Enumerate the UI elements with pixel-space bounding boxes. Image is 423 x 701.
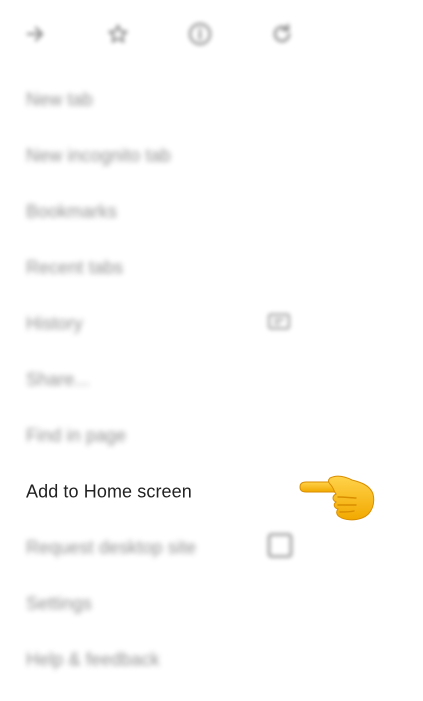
menu-item-label: Add to Home screen — [26, 481, 192, 502]
menu-item-label: Bookmarks — [26, 201, 117, 222]
checkbox-unchecked-icon[interactable] — [266, 532, 294, 565]
menu-item-recent-tabs[interactable]: Recent tabs — [0, 240, 330, 296]
menu-item-label: History — [26, 313, 83, 334]
menu-item-label: New incognito tab — [26, 145, 171, 166]
menu-item-new-tab[interactable]: New tab — [0, 72, 330, 128]
menu-item-new-incognito-tab[interactable]: New incognito tab — [0, 128, 330, 184]
menu-item-label: Recent tabs — [26, 257, 124, 278]
menu-item-add-to-home-screen[interactable]: Add to Home screen — [0, 464, 330, 520]
menu-toolbar — [0, 10, 330, 54]
refresh-icon[interactable] — [268, 20, 296, 48]
menu-item-settings[interactable]: Settings — [0, 576, 330, 632]
menu-item-help-feedback[interactable]: Help & feedback — [0, 632, 330, 688]
menu-item-history[interactable]: History — [0, 296, 330, 352]
menu-item-label: Settings — [26, 593, 92, 614]
info-icon[interactable] — [186, 20, 214, 48]
pointing-hand-icon — [296, 470, 376, 524]
history-icon — [266, 311, 292, 338]
menu-item-label: Request desktop site — [26, 537, 197, 558]
menu-item-label: Find in page — [26, 425, 127, 446]
menu-item-request-desktop-site[interactable]: Request desktop site — [0, 520, 330, 576]
forward-arrow-icon[interactable] — [22, 20, 50, 48]
menu-item-label: Help & feedback — [26, 649, 160, 670]
star-icon[interactable] — [104, 20, 132, 48]
menu-item-label: Share... — [26, 369, 90, 390]
overflow-menu: New tab New incognito tab Bookmarks Rece… — [0, 0, 423, 701]
menu-item-label: New tab — [26, 89, 93, 110]
menu-item-share[interactable]: Share... — [0, 352, 330, 408]
menu-item-find-in-page[interactable]: Find in page — [0, 408, 330, 464]
menu-item-bookmarks[interactable]: Bookmarks — [0, 184, 330, 240]
